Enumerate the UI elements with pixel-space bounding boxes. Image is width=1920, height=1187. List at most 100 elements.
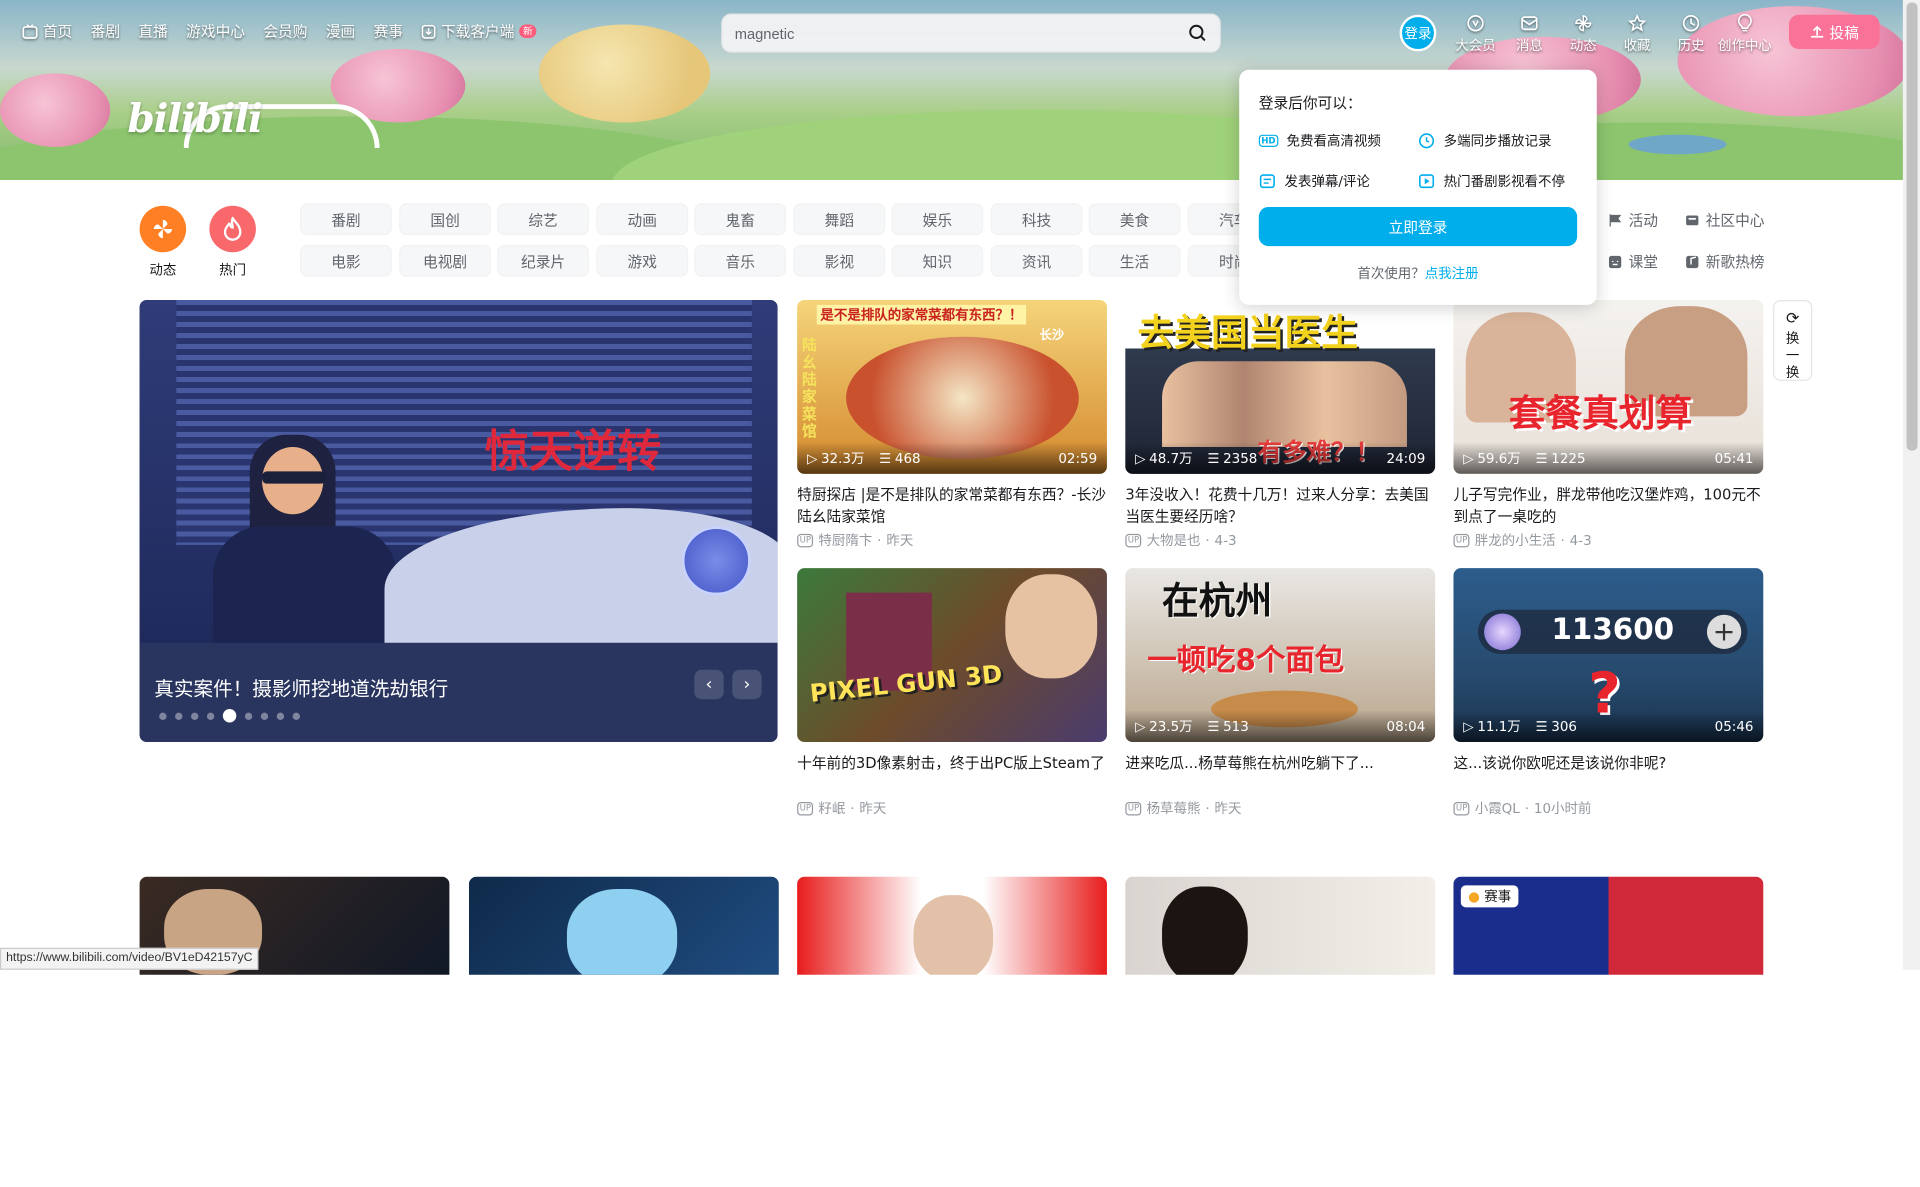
channel-dynamic[interactable]: 动态 bbox=[139, 205, 187, 279]
channel-chip[interactable]: 美食 bbox=[1088, 203, 1181, 236]
video-author[interactable]: 小霞QL bbox=[1475, 798, 1520, 818]
carousel-dot[interactable] bbox=[159, 712, 167, 720]
nav-anime[interactable]: 番剧 bbox=[91, 21, 120, 42]
video-thumbnail[interactable]: 在杭州 一顿吃8个面包 ▷ 23.5万 ☰ 513 08:04 bbox=[1125, 568, 1436, 743]
channel-chip[interactable]: 生活 bbox=[1088, 244, 1181, 277]
nav-live[interactable]: 直播 bbox=[138, 21, 167, 42]
channel-chip[interactable]: 娱乐 bbox=[891, 203, 984, 236]
video-card[interactable] bbox=[1125, 876, 1436, 975]
video-card[interactable]: 113600 + ? ▷ 11.1万 ☰ 306 05:46 这...该说你欧呢还是… bbox=[1453, 568, 1764, 818]
video-card[interactable]: 是不是排队的家常菜都有东西？！ 长沙 陆幺陆家菜馆 ▷ 32.3万 ☰ 468 02… bbox=[797, 300, 1107, 550]
nav-download-client[interactable]: 下载客户端 新 bbox=[421, 21, 537, 42]
video-card[interactable] bbox=[468, 876, 779, 975]
new-badge: 新 bbox=[519, 24, 537, 38]
video-thumbnail[interactable] bbox=[1125, 876, 1436, 975]
video-title[interactable]: 这...该说你欧呢还是该说你非呢? bbox=[1453, 752, 1763, 796]
video-card[interactable] bbox=[797, 876, 1107, 975]
nav-history[interactable]: 历史 bbox=[1664, 13, 1718, 55]
channel-chip[interactable]: 科技 bbox=[990, 203, 1083, 236]
carousel-dot[interactable] bbox=[244, 712, 253, 720]
nav-creator-center[interactable]: 创作中心 bbox=[1718, 13, 1772, 55]
carousel-dot[interactable] bbox=[276, 712, 285, 720]
channel-chip[interactable]: 知识 bbox=[891, 244, 984, 277]
carousel-dot-active[interactable] bbox=[222, 708, 237, 723]
channel-chip[interactable]: 电视剧 bbox=[399, 244, 492, 277]
video-author[interactable]: 胖龙的小生活 bbox=[1475, 530, 1556, 550]
video-card[interactable]: ● 赛事 bbox=[1453, 876, 1764, 975]
upload-button[interactable]: 投稿 bbox=[1788, 14, 1880, 49]
channel-chip[interactable]: 电影 bbox=[300, 244, 392, 277]
video-thumbnail[interactable] bbox=[468, 876, 779, 975]
scrollbar-thumb[interactable] bbox=[1906, 2, 1918, 451]
video-title[interactable]: 儿子写完作业，胖龙带他吃汉堡炸鸡，100元不到点了一桌吃的 bbox=[1453, 484, 1763, 528]
video-thumbnail[interactable]: ● 赛事 bbox=[1453, 876, 1764, 975]
video-card[interactable]: PIXEL GUN 3D 十年前的3D像素射击，终于出PC版上Steam了 UP… bbox=[797, 568, 1107, 818]
carousel-next-button[interactable]: › bbox=[732, 669, 762, 700]
channel-chip[interactable]: 番剧 bbox=[300, 203, 392, 236]
video-author[interactable]: 杨草莓熊 bbox=[1147, 798, 1201, 818]
bilibili-logo[interactable]: bilibili bbox=[127, 96, 263, 143]
video-author[interactable]: 大物是也 bbox=[1147, 530, 1201, 550]
video-author[interactable]: 籽岷 bbox=[818, 798, 845, 818]
up-badge-icon: UP bbox=[1453, 801, 1470, 815]
video-title[interactable]: 特厨探店 |是不是排队的家常菜都有东西？-长沙陆幺陆家菜馆 bbox=[797, 484, 1107, 528]
nav-favorites[interactable]: 收藏 bbox=[1610, 13, 1664, 55]
popup-login-button[interactable]: 立即登录 bbox=[1258, 206, 1578, 247]
video-thumbnail[interactable] bbox=[797, 876, 1107, 975]
up-badge-icon: UP bbox=[797, 533, 814, 547]
video-thumbnail[interactable]: 去美国当医生 有多难？！ ▷48.7万 ☰2358 24:09 bbox=[1125, 300, 1436, 474]
side-link-community[interactable]: 社区中心 bbox=[1685, 209, 1765, 230]
nav-home[interactable]: 首页 bbox=[22, 21, 72, 42]
carousel-prev-button[interactable]: ‹ bbox=[694, 669, 724, 700]
top-nav: 首页 番剧 直播 游戏中心 会员购 漫画 赛事 下载客户端 新 登录 大会员 消… bbox=[0, 0, 1920, 66]
carousel-dot[interactable] bbox=[260, 712, 269, 720]
nav-messages[interactable]: 消息 bbox=[1502, 13, 1556, 55]
carousel-dot[interactable] bbox=[175, 712, 183, 720]
carousel-title[interactable]: 真实案件！摄影师挖地道洗劫银行 bbox=[154, 672, 448, 701]
popup-benefit: 发表弹幕/评论 bbox=[1259, 171, 1370, 191]
carousel-dot[interactable] bbox=[191, 712, 199, 720]
channel-chip[interactable]: 影视 bbox=[793, 244, 886, 277]
side-link-music-chart[interactable]: 新歌热榜 bbox=[1685, 251, 1765, 272]
search-icon[interactable] bbox=[1188, 23, 1208, 43]
video-thumbnail[interactable]: 套餐真划算 ▷ 59.6万 ☰ 1225 05:41 bbox=[1453, 300, 1764, 474]
channel-chip[interactable]: 音乐 bbox=[694, 244, 787, 277]
login-avatar-button[interactable]: 登录 bbox=[1399, 14, 1437, 52]
hero-carousel[interactable]: 惊天逆转 真实案件！摄影师挖地道洗劫银行 ‹ › bbox=[139, 300, 778, 743]
channel-chip[interactable]: 纪录片 bbox=[497, 244, 589, 277]
flag-icon bbox=[1609, 213, 1622, 226]
channel-chip[interactable]: 游戏 bbox=[596, 244, 689, 277]
register-link[interactable]: 点我注册 bbox=[1425, 266, 1479, 282]
video-title[interactable]: 十年前的3D像素射击，终于出PC版上Steam了 bbox=[797, 752, 1107, 796]
channel-chip[interactable]: 鬼畜 bbox=[694, 203, 787, 236]
video-date: 昨天 bbox=[859, 800, 887, 817]
video-author[interactable]: 特厨隋卞 bbox=[818, 530, 872, 550]
video-thumbnail[interactable]: PIXEL GUN 3D bbox=[797, 568, 1107, 743]
channel-hot[interactable]: 热门 bbox=[209, 205, 256, 279]
channel-chip[interactable]: 动画 bbox=[596, 203, 689, 236]
video-card[interactable]: 套餐真划算 ▷ 59.6万 ☰ 1225 05:41 儿子写完作业，胖龙带他吃汉堡炸… bbox=[1453, 300, 1764, 550]
refresh-button[interactable]: ⟳ 换一换 bbox=[1773, 300, 1813, 381]
nav-shop[interactable]: 会员购 bbox=[263, 21, 307, 42]
carousel-dot[interactable] bbox=[206, 712, 215, 720]
video-thumbnail[interactable]: 是不是排队的家常菜都有东西？！ 长沙 陆幺陆家菜馆 ▷ 32.3万 ☰ 468 02… bbox=[797, 300, 1107, 474]
video-card[interactable]: 去美国当医生 有多难？！ ▷48.7万 ☰2358 24:09 3年没收入！花费… bbox=[1125, 300, 1436, 550]
video-title[interactable]: 进来吃瓜...杨草莓熊在杭州吃躺下了... bbox=[1125, 752, 1435, 796]
nav-manga[interactable]: 漫画 bbox=[326, 21, 355, 42]
carousel-dot[interactable] bbox=[292, 712, 301, 720]
up-badge-icon: UP bbox=[1125, 533, 1142, 547]
nav-game-center[interactable]: 游戏中心 bbox=[186, 21, 245, 42]
nav-match[interactable]: 赛事 bbox=[374, 21, 403, 42]
side-link-classroom[interactable]: 课堂 bbox=[1608, 251, 1658, 272]
channel-chip[interactable]: 国创 bbox=[399, 203, 492, 236]
video-thumbnail[interactable]: 113600 + ? ▷ 11.1万 ☰ 306 05:46 bbox=[1453, 568, 1764, 743]
video-card[interactable]: 在杭州 一顿吃8个面包 ▷ 23.5万 ☰ 513 08:04 进来吃瓜...杨草莓… bbox=[1125, 568, 1436, 818]
side-link-activity[interactable]: 活动 bbox=[1608, 209, 1658, 230]
channel-chip[interactable]: 舞蹈 bbox=[793, 203, 886, 236]
channel-chip[interactable]: 综艺 bbox=[497, 203, 589, 236]
search-input[interactable] bbox=[734, 22, 1164, 47]
channel-chip[interactable]: 资讯 bbox=[990, 244, 1083, 277]
nav-dynamic[interactable]: 动态 bbox=[1556, 13, 1610, 55]
nav-vip[interactable]: 大会员 bbox=[1449, 13, 1503, 55]
video-title[interactable]: 3年没收入！花费十几万！过来人分享：去美国当医生要经历啥？ bbox=[1125, 484, 1435, 528]
